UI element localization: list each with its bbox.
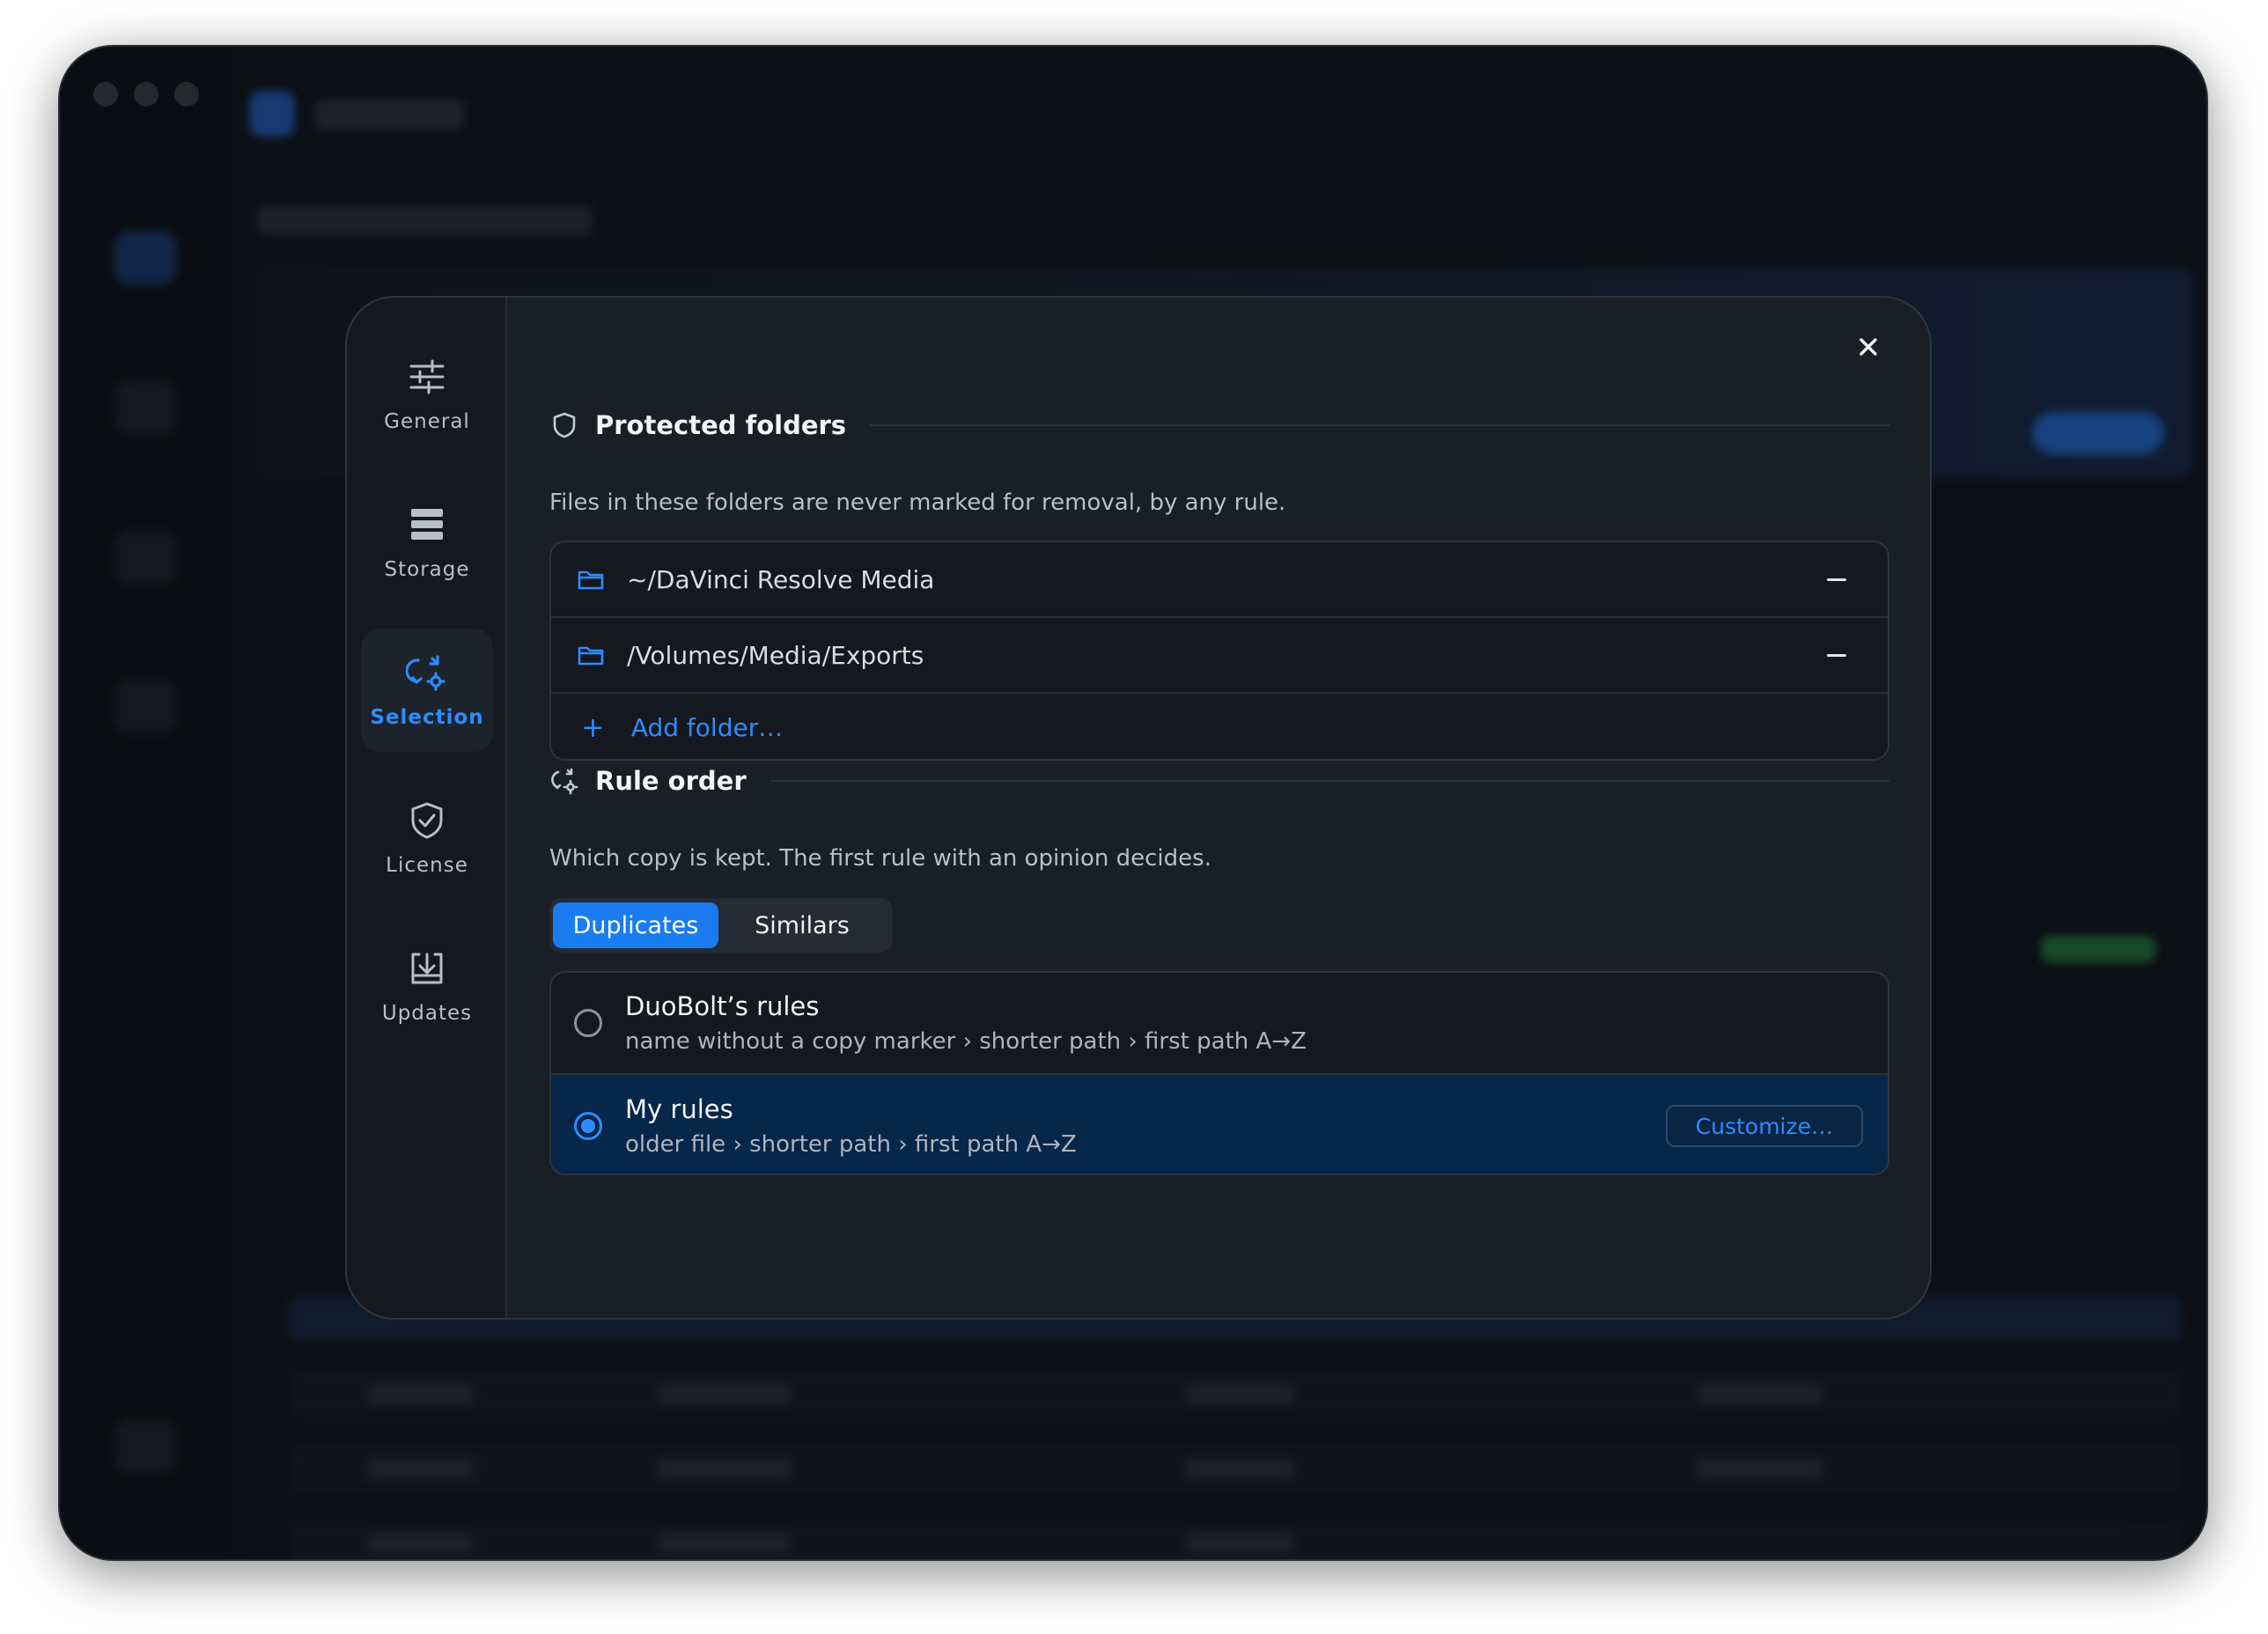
nav-item-license[interactable]: License (361, 777, 493, 900)
settings-content: Protected folders Files in these folders… (507, 298, 1930, 1318)
nav-item-updates[interactable]: Updates (361, 924, 493, 1048)
download-tray-icon (411, 953, 443, 984)
rule-options-list: DuoBolt’s rules name without a copy mark… (549, 971, 1889, 1175)
folder-icon (578, 570, 604, 590)
background-nav-item (114, 381, 176, 434)
nav-item-label: License (386, 854, 468, 877)
add-folder-button[interactable]: + Add folder… (551, 694, 1888, 759)
selection-rules-icon (551, 768, 578, 795)
nav-item-storage[interactable]: Storage (361, 481, 493, 604)
nav-item-label: Storage (384, 558, 470, 581)
background-button (2032, 412, 2164, 454)
shield-icon (553, 412, 576, 438)
settings-modal: General Storage Selection License Update… (345, 296, 1932, 1320)
rule-text: DuoBolt’s rules name without a copy mark… (625, 991, 1888, 1055)
minus-icon (1827, 653, 1846, 657)
background-heading (258, 205, 593, 235)
section-divider (869, 424, 1889, 426)
section-divider (769, 780, 1889, 782)
background-nav-item (114, 681, 176, 733)
add-folder-label: Add folder… (630, 712, 784, 742)
selection-rules-icon (406, 655, 446, 691)
remove-folder-button[interactable] (1810, 629, 1863, 681)
nav-item-selection[interactable]: Selection (361, 629, 493, 752)
nav-item-general[interactable]: General (361, 333, 493, 456)
tab-duplicates[interactable]: Duplicates (553, 902, 718, 948)
list-item: ~/DaVinci Resolve Media (551, 542, 1888, 618)
folder-path: /Volumes/Media/Exports (627, 640, 924, 670)
rule-text: My rules older file › shorter path › fir… (625, 1094, 1666, 1158)
nav-item-label: Selection (370, 706, 484, 729)
background-status (2041, 936, 2155, 962)
rule-order-description: Which copy is kept. The first rule with … (549, 845, 1211, 872)
sliders-icon (409, 359, 445, 394)
section-title: Rule order (595, 766, 747, 796)
remove-folder-button[interactable] (1810, 553, 1863, 606)
rule-type-segmented-control: Duplicates Similars (549, 898, 893, 953)
nav-item-label: General (384, 410, 470, 433)
folder-icon (578, 646, 604, 666)
radio-button-selected[interactable] (574, 1112, 602, 1140)
background-nav-item (114, 232, 176, 284)
rule-option-duobolt[interactable]: DuoBolt’s rules name without a copy mark… (551, 973, 1888, 1075)
rule-detail: older file › shorter path › first path A… (625, 1131, 1077, 1158)
rule-order-header: Rule order (549, 766, 1889, 796)
protected-folders-list: ~/DaVinci Resolve Media /Volumes/Media/E… (549, 541, 1889, 761)
folder-path: ~/DaVinci Resolve Media (627, 564, 935, 594)
rule-detail: name without a copy marker › shorter pat… (625, 1028, 1307, 1055)
protected-folders-header: Protected folders (549, 410, 1889, 440)
background-nav-item (114, 1420, 176, 1473)
rule-name: My rules (625, 1094, 733, 1124)
rule-option-my-rules[interactable]: My rules older file › shorter path › fir… (551, 1075, 1888, 1174)
background-logo (249, 91, 295, 136)
section-title: Protected folders (595, 410, 847, 440)
settings-sidebar: General Storage Selection License Update… (347, 298, 507, 1318)
nav-item-label: Updates (381, 1002, 473, 1025)
minus-icon (1827, 578, 1846, 581)
radio-button[interactable] (574, 1009, 602, 1037)
shield-check-icon (411, 802, 443, 839)
protected-folders-description: Files in these folders are never marked … (549, 489, 1286, 516)
close-button[interactable] (1851, 329, 1886, 364)
list-item: /Volumes/Media/Exports (551, 618, 1888, 694)
background-row (289, 1521, 2182, 1559)
background-title (315, 99, 465, 129)
close-icon (1859, 338, 1877, 356)
background-row (289, 1446, 2182, 1490)
customize-button[interactable]: Customize… (1665, 1105, 1863, 1147)
rule-name: DuoBolt’s rules (625, 991, 820, 1021)
tab-similars[interactable]: Similars (718, 902, 886, 948)
app-window: General Storage Selection License Update… (58, 45, 2208, 1561)
storage-icon (411, 509, 443, 540)
background-nav-item (114, 531, 176, 584)
plus-icon: + (581, 710, 605, 744)
background-row (289, 1372, 2182, 1416)
